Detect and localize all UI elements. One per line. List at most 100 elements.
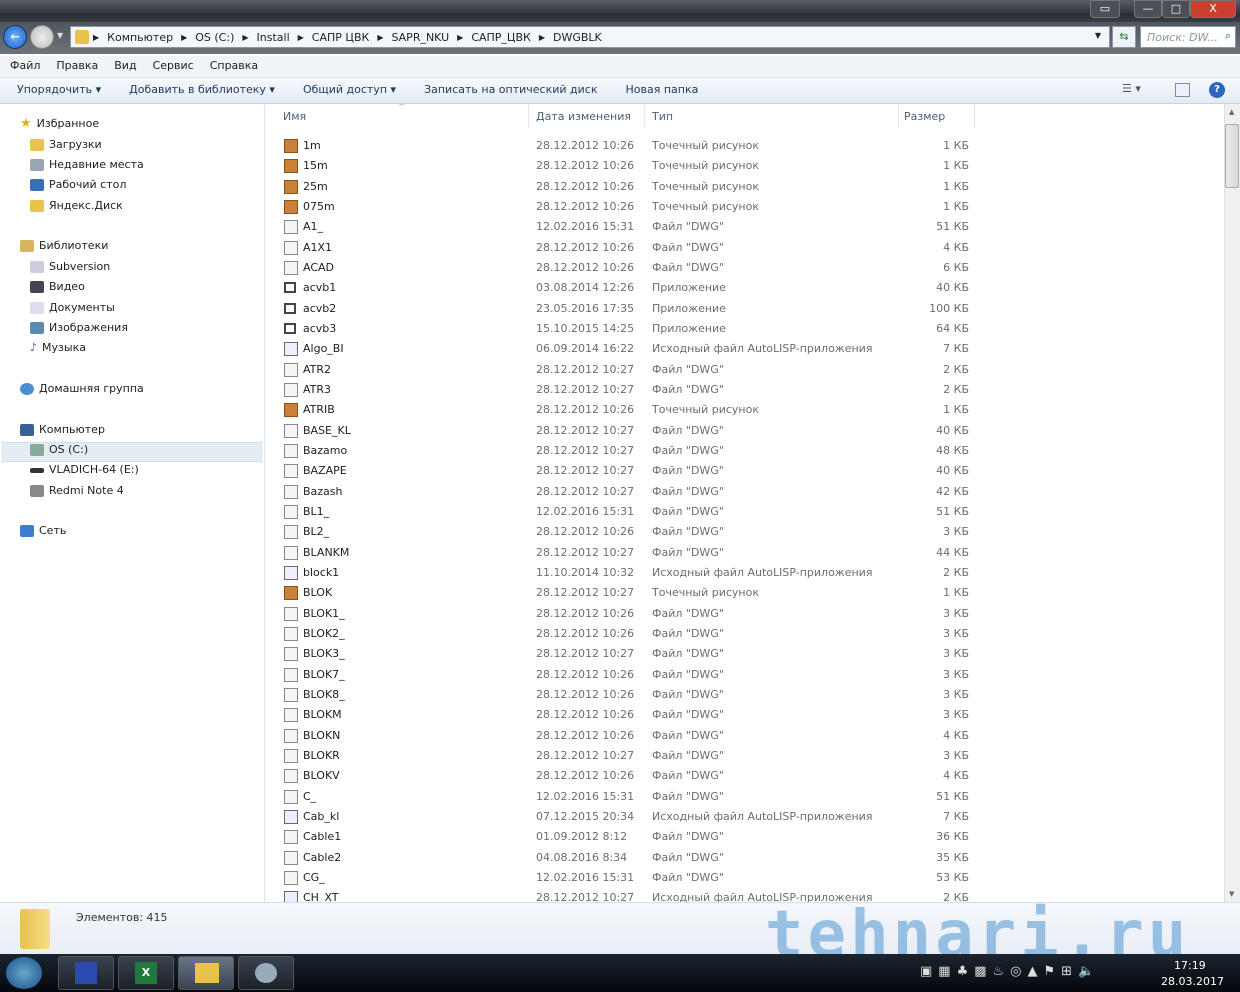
menu-help[interactable]: Справка [210,59,258,74]
tray-time[interactable]: 17:19 [1174,959,1206,972]
nav-homegroup[interactable]: Домашняя группа [20,380,144,398]
column-header-date[interactable]: Дата изменения [536,110,631,123]
add-to-library-button[interactable]: Добавить в библиотеку ▾ [129,83,275,98]
breadcrumb-item[interactable]: SAPR_NKU [391,31,449,44]
file-row[interactable]: BLANKM 28.12.2012 10:27 Файл "DWG" 44 КБ [280,543,980,563]
file-row[interactable]: BLOKN 28.12.2012 10:26 Файл "DWG" 4 КБ [280,726,980,746]
scroll-down-icon[interactable]: ▼ [1229,890,1234,898]
file-row[interactable]: 25m 28.12.2012 10:26 Точечный рисунок 1 КБ [280,177,980,197]
file-row[interactable]: acvb1 03.08.2014 12:26 Приложение 40 КБ [280,278,980,298]
column-header-type[interactable]: Тип [652,110,673,123]
file-row[interactable]: BLOK3_ 28.12.2012 10:27 Файл "DWG" 3 КБ [280,644,980,664]
file-row[interactable]: acvb2 23.05.2016 17:35 Приложение 100 КБ [280,299,980,319]
file-row[interactable]: BASE_KL 28.12.2012 10:27 Файл "DWG" 40 КБ [280,421,980,441]
menu-view[interactable]: Вид [114,59,136,74]
nav-music[interactable]: ♪ Музыка [30,339,86,357]
column-header-size[interactable]: Размер [904,110,945,123]
file-row[interactable]: BLOKM 28.12.2012 10:26 Файл "DWG" 3 КБ [280,705,980,725]
file-row[interactable]: Cable1 01.09.2012 8:12 Файл "DWG" 36 КБ [280,827,980,847]
breadcrumb-item[interactable]: OS (C:) [195,31,234,44]
nav-yandex-disk[interactable]: Яндекс.Диск [30,197,123,215]
view-options-icon[interactable]: ☰ ▾ [1122,82,1141,95]
nav-desktop[interactable]: Рабочий стол [30,176,126,194]
start-button[interactable] [6,957,42,989]
back-button[interactable]: ← [3,25,27,49]
nav-redmi[interactable]: Redmi Note 4 [30,482,124,500]
nav-drive-c[interactable]: OS (C:) [30,441,88,459]
file-row[interactable]: BL1_ 12.02.2016 15:31 Файл "DWG" 51 КБ [280,502,980,522]
file-row[interactable]: BLOK8_ 28.12.2012 10:26 Файл "DWG" 3 КБ [280,685,980,705]
menu-file[interactable]: Файл [10,59,40,74]
share-button[interactable]: Общий доступ ▾ [303,83,396,98]
file-row[interactable]: CG_ 12.02.2016 15:31 Файл "DWG" 53 КБ [280,868,980,888]
file-row[interactable]: 1m 28.12.2012 10:26 Точечный рисунок 1 КБ [280,136,980,156]
search-input[interactable]: Поиск: DW... ⌕ [1140,26,1236,48]
file-row[interactable]: 15m 28.12.2012 10:26 Точечный рисунок 1 КБ [280,156,980,176]
breadcrumb-item[interactable]: Компьютер [107,31,173,44]
address-bar[interactable]: ▶ Компьютер ▶ OS (C:) ▶ Install ▶ САПР ЦВК ▶… [70,26,1110,48]
file-row[interactable]: Cable2 04.08.2016 8:34 Файл "DWG" 35 КБ [280,848,980,868]
file-row[interactable]: BLOK1_ 28.12.2012 10:26 Файл "DWG" 3 КБ [280,604,980,624]
file-row[interactable]: BLOK2_ 28.12.2012 10:26 Файл "DWG" 3 КБ [280,624,980,644]
nav-computer[interactable]: Компьютер [20,421,105,439]
file-row[interactable]: ATR2 28.12.2012 10:27 Файл "DWG" 2 КБ [280,360,980,380]
refresh-icon[interactable]: ⇆ [1112,26,1136,48]
menu-edit[interactable]: Правка [56,59,98,74]
file-row[interactable]: BLOKV 28.12.2012 10:26 Файл "DWG" 4 КБ [280,766,980,786]
maximize-button[interactable]: □ [1162,0,1190,18]
file-row[interactable]: BLOKR 28.12.2012 10:27 Файл "DWG" 3 КБ [280,746,980,766]
file-row[interactable]: A1_ 12.02.2016 15:31 Файл "DWG" 51 КБ [280,217,980,237]
nav-libraries[interactable]: Библиотеки [20,237,108,255]
file-row[interactable]: BL2_ 28.12.2012 10:26 Файл "DWG" 3 КБ [280,522,980,542]
menu-tools[interactable]: Сервис [153,59,194,74]
taskbar-paint[interactable] [238,956,294,990]
organize-button[interactable]: Упорядочить ▾ [17,83,101,98]
nav-downloads[interactable]: Загрузки [30,136,102,154]
system-tray-icons[interactable]: ▣▦♣▩♨◎▲⚑⊞🔈 [920,964,1100,979]
nav-network[interactable]: Сеть [20,522,66,540]
close-button[interactable]: X [1190,0,1236,18]
file-row[interactable]: ACAD 28.12.2012 10:26 Файл "DWG" 6 КБ [280,258,980,278]
burn-disc-button[interactable]: Записать на оптический диск [424,83,597,98]
column-header-name[interactable]: Имя [283,110,306,123]
breadcrumb-item[interactable]: САПР ЦВК [312,31,370,44]
taskbar-explorer[interactable] [178,956,234,990]
nav-documents[interactable]: Документы [30,299,115,317]
nav-video[interactable]: Видео [30,278,85,296]
nav-subversion[interactable]: Subversion [30,258,110,276]
taskbar-save-app[interactable] [58,956,114,990]
file-row[interactable]: Algo_BI 06.09.2014 16:22 Исходный файл Aut… [280,339,980,359]
column-divider[interactable] [644,104,645,128]
snap-button[interactable]: ▭ [1090,0,1120,18]
column-divider[interactable] [528,104,529,128]
file-row[interactable]: C_ 12.02.2016 15:31 Файл "DWG" 51 КБ [280,787,980,807]
file-row[interactable]: block1 11.10.2014 10:32 Исходный файл Auto… [280,563,980,583]
minimize-button[interactable]: — [1134,0,1162,18]
nav-recent[interactable]: Недавние места [30,156,144,174]
tray-date[interactable]: 28.03.2017 [1161,975,1224,988]
file-row[interactable]: BAZAPE 28.12.2012 10:27 Файл "DWG" 40 КБ [280,461,980,481]
file-row[interactable]: acvb3 15.10.2015 14:25 Приложение 64 КБ [280,319,980,339]
file-row[interactable]: ATRIB 28.12.2012 10:26 Точечный рисунок 1 К… [280,400,980,420]
scroll-up-icon[interactable]: ▲ [1229,108,1234,116]
file-row[interactable]: Bazamo 28.12.2012 10:27 Файл "DWG" 48 КБ [280,441,980,461]
file-row[interactable]: BLOK7_ 28.12.2012 10:26 Файл "DWG" 3 КБ [280,665,980,685]
vertical-scrollbar[interactable]: ▲ ▼ [1224,104,1240,902]
breadcrumb-item[interactable]: САПР_ЦВК [471,31,531,44]
recent-pages-dropdown[interactable]: ▼ [57,31,63,40]
file-row[interactable]: A1X1 28.12.2012 10:26 Файл "DWG" 4 КБ [280,238,980,258]
nav-drive-e[interactable]: VLADICH-64 (E:) [30,461,139,479]
column-divider[interactable] [898,104,899,128]
preview-pane-icon[interactable] [1175,83,1190,97]
file-row[interactable]: Bazash 28.12.2012 10:27 Файл "DWG" 42 КБ [280,482,980,502]
taskbar-excel[interactable]: X [118,956,174,990]
address-dropdown-icon[interactable]: ▼ [1095,31,1101,40]
help-icon[interactable]: ? [1209,82,1225,98]
file-row[interactable]: BLOK 28.12.2012 10:27 Точечный рисунок 1 КБ [280,583,980,603]
breadcrumb-item[interactable]: Install [257,31,290,44]
file-row[interactable]: ATR3 28.12.2012 10:27 Файл "DWG" 2 КБ [280,380,980,400]
nav-pictures[interactable]: Изображения [30,319,128,337]
nav-favorites[interactable]: ★ Избранное [20,115,99,133]
column-divider[interactable] [974,104,975,128]
file-row[interactable]: 075m 28.12.2012 10:26 Точечный рисунок 1 КБ [280,197,980,217]
